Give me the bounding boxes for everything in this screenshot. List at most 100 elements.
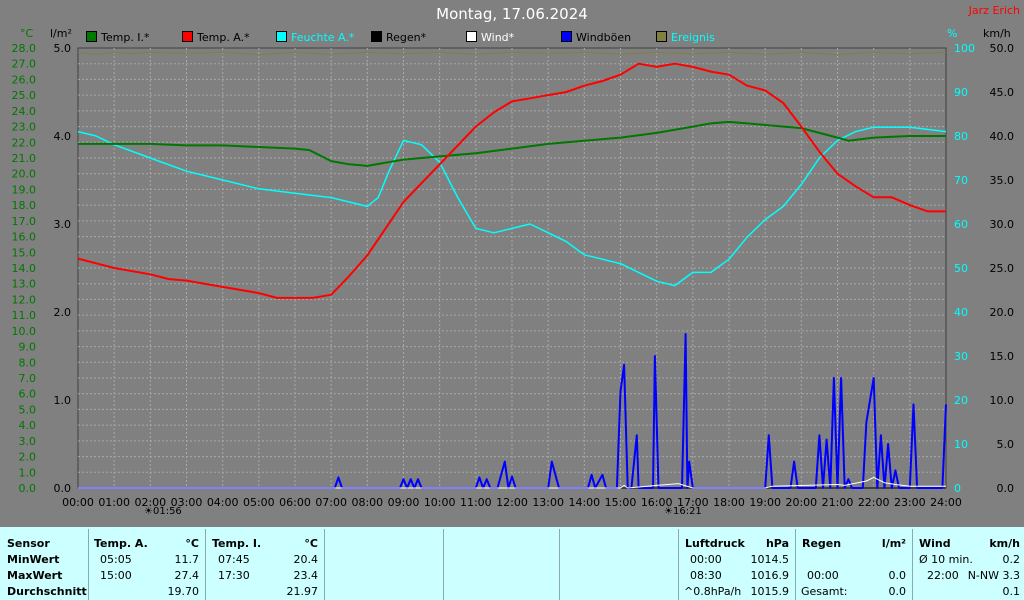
wind-unit-label: km/h	[983, 27, 1011, 40]
legend-gusts: Windböen	[561, 31, 631, 45]
x-tick-label: 04:00	[207, 496, 239, 509]
stats-value: 0.0	[888, 569, 907, 582]
stats-time: 00:00	[690, 553, 722, 566]
x-tick-label: 07:00	[315, 496, 347, 509]
temp-tick-label: 17.0	[12, 215, 37, 228]
stats-time: 17:30	[218, 569, 250, 582]
stats-temp-i-col: Temp. I. °C 07:45 20.4 17:30 23.4 21.97	[206, 529, 325, 600]
stats-table: Sensor MinWert MaxWert Durchschnitt Temp…	[0, 527, 1024, 600]
rain-tick-label: 4.0	[54, 130, 72, 143]
humidity-tick-label: 60	[954, 218, 968, 231]
temp-tick-label: 19.0	[12, 183, 37, 196]
weather-chart: 0.0 1.0 2.0 3.0 4.0 5.0 6.0 7.0 8.0 9.0 10.0 11.0 12…	[12, 42, 1015, 509]
x-tick-label: 18:00	[713, 496, 745, 509]
stats-time: 15:00	[100, 569, 132, 582]
stats-value: 21.97	[286, 585, 319, 598]
stats-time: 00:00	[807, 569, 839, 582]
legend-swatch	[561, 31, 572, 42]
temp-tick-label: 20.0	[12, 168, 37, 181]
stats-value: 19.70	[167, 585, 200, 598]
wind-tick-label: 10.0	[990, 394, 1015, 407]
temp-tick-label: 15.0	[12, 246, 37, 259]
wind-tick-label: 15.0	[990, 350, 1015, 363]
stats-value: 1015.9	[750, 585, 790, 598]
rain-tick-label: 1.0	[54, 394, 72, 407]
stats-time: 22:00	[927, 569, 959, 582]
x-tick-label: 13:00	[532, 496, 564, 509]
stats-value: 27.4	[174, 569, 200, 582]
stats-time: ^0.8hPa/h	[684, 585, 742, 598]
author-label: Jarz Erich	[968, 4, 1020, 17]
temp-tick-label: 25.0	[12, 89, 37, 102]
wind-tick-label: 25.0	[990, 262, 1015, 275]
temp-tick-label: 1.0	[19, 466, 37, 479]
wind-tick-label: 5.0	[997, 438, 1015, 451]
stats-header-pressure: Luftdruck	[685, 537, 745, 550]
stats-value: 20.4	[293, 553, 319, 566]
x-tick-label: 11:00	[460, 496, 492, 509]
sunrise-marker: ☀01:56	[144, 506, 182, 517]
temp-tick-label: 26.0	[12, 73, 37, 86]
legend-swatch	[466, 31, 477, 42]
temp-tick-label: 21.0	[12, 152, 37, 165]
temp-tick-label: 10.0	[12, 325, 37, 338]
temp-tick-label: 3.0	[19, 435, 37, 448]
stats-time: 08:30	[690, 569, 722, 582]
temp-tick-label: 22.0	[12, 136, 37, 149]
humidity-tick-label: 30	[954, 350, 968, 363]
x-tick-label: 19:00	[749, 496, 781, 509]
wind-tick-label: 40.0	[990, 130, 1015, 143]
humidity-unit-label: %	[947, 27, 958, 40]
stats-value: 1016.9	[750, 569, 790, 582]
x-tick-label: 09:00	[388, 496, 420, 509]
temp-tick-label: 24.0	[12, 105, 37, 118]
humidity-tick-label: 50	[954, 262, 968, 275]
humidity-tick-label: 40	[954, 306, 968, 319]
temp-tick-label: 2.0	[19, 451, 37, 464]
rain-unit-label: l/m²	[50, 27, 72, 40]
stats-time: Ø 10 min.	[919, 553, 973, 566]
temp-tick-label: 0.0	[19, 482, 37, 495]
stats-header-sensor: Sensor	[7, 537, 50, 550]
rain-tick-label: 0.0	[54, 482, 72, 495]
stats-empty-col	[560, 529, 679, 600]
temp-tick-label: 13.0	[12, 278, 37, 291]
wind-tick-label: 50.0	[990, 42, 1015, 55]
rain-tick-label: 2.0	[54, 306, 72, 319]
stats-header-temp-i: Temp. I.	[212, 537, 262, 550]
chart-title: Montag, 17.06.2024	[436, 5, 588, 23]
temp-tick-label: 7.0	[19, 372, 37, 385]
x-tick-label: 06:00	[279, 496, 311, 509]
temp-tick-label: 23.0	[12, 121, 37, 134]
wind-tick-label: 45.0	[990, 86, 1015, 99]
stats-time: 05:05	[100, 553, 132, 566]
stats-header-wind: Wind	[919, 537, 951, 550]
humidity-tick-label: 90	[954, 86, 968, 99]
stats-value: 0.1	[1002, 585, 1021, 598]
x-tick-label: 24:00	[930, 496, 962, 509]
stats-value: 0.2	[1002, 553, 1021, 566]
stats-unit: °C	[185, 537, 199, 550]
stats-row-min: MinWert	[7, 553, 60, 566]
stats-header-rain: Regen	[802, 537, 842, 550]
temp-tick-label: 12.0	[12, 293, 37, 306]
temp-tick-label: 5.0	[19, 403, 37, 416]
x-tick-label: 12:00	[496, 496, 528, 509]
wind-tick-label: 20.0	[990, 306, 1015, 319]
stats-wind-col: Wind km/h Ø 10 min. 0.2 22:00 N-NW 3.3 0…	[913, 529, 1024, 600]
humidity-tick-label: 0	[954, 482, 961, 495]
legend-temp-inside: Temp. I.*	[86, 31, 150, 45]
x-tick-label: 22:00	[858, 496, 890, 509]
humidity-tick-label: 80	[954, 130, 968, 143]
temp-tick-label: 9.0	[19, 341, 37, 354]
stats-row-max: MaxWert	[7, 569, 63, 582]
legend-event: Ereignis	[656, 31, 715, 45]
stats-temp-a-col: Temp. A. °C 05:05 11.7 15:00 27.4 19.70	[89, 529, 206, 600]
temp-tick-label: 18.0	[12, 199, 37, 212]
stats-value: 23.4	[293, 569, 319, 582]
humidity-tick-label: 70	[954, 174, 968, 187]
stats-unit: °C	[304, 537, 318, 550]
legend-swatch	[656, 31, 667, 42]
x-tick-label: 20:00	[785, 496, 817, 509]
legend-swatch	[86, 31, 97, 42]
